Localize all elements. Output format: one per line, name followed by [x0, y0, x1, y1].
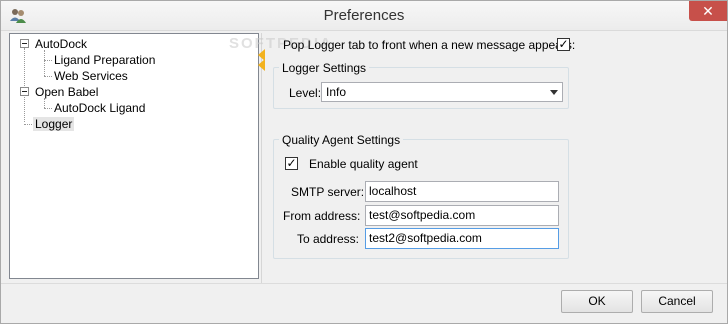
- from-address-field[interactable]: test@softpedia.com: [365, 205, 559, 226]
- tree-connector: [44, 60, 52, 61]
- pop-logger-label: Pop Logger tab to front when a new messa…: [283, 38, 576, 52]
- preferences-window: Preferences ✕ AutoDock Ligand Preparatio…: [0, 0, 728, 324]
- quality-agent-title: Quality Agent Settings: [279, 133, 404, 147]
- enable-quality-agent-label: Enable quality agent: [309, 157, 418, 171]
- close-icon: ✕: [702, 3, 714, 19]
- tree-item-ligand-preparation[interactable]: Ligand Preparation: [54, 53, 155, 67]
- tree-item-autodock-ligand[interactable]: AutoDock Ligand: [54, 101, 145, 115]
- smtp-server-field[interactable]: localhost: [365, 181, 559, 202]
- title-bar[interactable]: Preferences ✕: [1, 1, 727, 31]
- to-address-field[interactable]: test2@softpedia.com: [365, 228, 559, 249]
- collapse-toggle-icon[interactable]: [20, 87, 29, 96]
- tree-connector: [44, 76, 52, 77]
- pop-logger-checkbox[interactable]: ✓: [557, 38, 570, 51]
- smtp-server-label: SMTP server:: [291, 185, 365, 199]
- ok-button[interactable]: OK: [561, 290, 633, 313]
- chevron-down-icon: [550, 90, 558, 95]
- cancel-button[interactable]: Cancel: [641, 290, 713, 313]
- level-select[interactable]: Info: [321, 82, 563, 102]
- tree-item-logger[interactable]: Logger: [33, 117, 75, 131]
- tree-connector: [24, 48, 25, 122]
- checkmark-icon: ✓: [286, 156, 297, 170]
- tree-item-autodock[interactable]: AutoDock: [35, 37, 87, 51]
- tree-item-open-babel[interactable]: Open Babel: [35, 85, 98, 99]
- tree-item-web-services[interactable]: Web Services: [54, 69, 128, 83]
- logger-settings-title: Logger Settings: [279, 61, 370, 75]
- enable-quality-agent-checkbox[interactable]: ✓: [285, 157, 298, 170]
- collapse-left-arrow-icon[interactable]: [258, 59, 265, 71]
- window-title: Preferences: [323, 7, 405, 24]
- collapse-toggle-icon[interactable]: [20, 39, 29, 48]
- from-address-label: From address:: [283, 209, 361, 223]
- tree-connector: [44, 108, 52, 109]
- close-button[interactable]: ✕: [689, 1, 727, 21]
- preferences-tree[interactable]: AutoDock Ligand Preparation Web Services…: [9, 33, 259, 279]
- level-select-value: Info: [326, 85, 347, 99]
- checkmark-icon: ✓: [558, 37, 569, 51]
- level-label: Level:: [289, 86, 322, 100]
- tree-connector: [24, 124, 32, 125]
- to-address-label: To address:: [296, 232, 359, 246]
- tree-connector: [44, 98, 45, 108]
- tree-connector: [44, 50, 45, 76]
